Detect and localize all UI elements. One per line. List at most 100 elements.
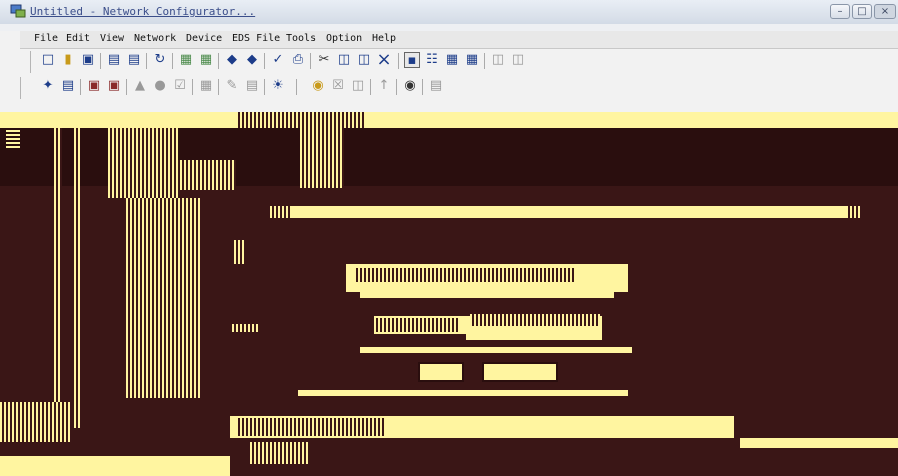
menu-eds-file[interactable]: EDS File bbox=[232, 33, 280, 44]
download-icon[interactable]: ▦ bbox=[178, 52, 194, 68]
connect-icon[interactable]: ▤ bbox=[106, 52, 122, 68]
details-icon[interactable]: ▦ bbox=[464, 52, 480, 68]
zoom-out-icon[interactable]: ◫ bbox=[510, 52, 526, 68]
toolbar-separator bbox=[218, 53, 219, 69]
toolbar-separator bbox=[80, 79, 81, 95]
toolbar-separator bbox=[172, 53, 173, 69]
paste-icon[interactable]: ◫ bbox=[356, 52, 372, 68]
tree-node bbox=[108, 128, 178, 198]
main-toolbar: □ ▮ ▣ ▤ ▤ ↻ ▦ ▦ ◆ ◆ ✓ ⎙ ✂ ◫ ◫ × ▪ ☷ ▦ ▦ … bbox=[20, 49, 898, 75]
window-title: Untitled - Network Configurator... bbox=[30, 5, 256, 18]
dialog-bar bbox=[360, 290, 614, 298]
toolbar-separator bbox=[218, 79, 219, 95]
toolbar-separator bbox=[264, 53, 265, 69]
output-title bbox=[236, 418, 386, 436]
close-icon: × bbox=[880, 6, 890, 17]
workspace-header-title bbox=[236, 112, 366, 128]
print-icon[interactable]: ⎙ bbox=[290, 52, 306, 68]
dialog-footer-bar bbox=[298, 390, 628, 396]
secondary-toolbar: ✦ ▤ ▣ ▣ ▲ ● ☑ ▦ ✎ ▤ ☀ ◉ ☒ ◫ ↑ ◉ ▤ bbox=[20, 75, 898, 103]
menu-network[interactable]: Network bbox=[134, 33, 176, 44]
down-icon[interactable]: ● bbox=[152, 78, 168, 94]
tree-line bbox=[74, 128, 80, 428]
field-label bbox=[232, 324, 260, 332]
title-bar: Untitled - Network Configurator... – □ × bbox=[0, 0, 898, 25]
menu-bar: File Edit View Network Device EDS File T… bbox=[20, 31, 898, 49]
field-underline bbox=[466, 334, 602, 340]
copy-icon[interactable]: ◫ bbox=[336, 52, 352, 68]
compare-icon[interactable]: ◆ bbox=[244, 52, 260, 68]
close-button[interactable]: × bbox=[874, 4, 896, 19]
menu-tools[interactable]: Tools bbox=[286, 33, 316, 44]
monitor-icon[interactable]: ▦ bbox=[198, 52, 214, 68]
maximize-button[interactable]: □ bbox=[852, 4, 872, 19]
online-icon[interactable]: ☀ bbox=[270, 78, 286, 94]
status-bar-right bbox=[740, 438, 898, 448]
menu-view[interactable]: View bbox=[100, 33, 124, 44]
device-node bbox=[300, 128, 344, 188]
disconnect-icon[interactable]: ▤ bbox=[126, 52, 142, 68]
small-icons-icon[interactable]: ☷ bbox=[424, 52, 440, 68]
dialog-divider bbox=[360, 347, 632, 353]
unregister-icon[interactable]: ▣ bbox=[106, 78, 122, 94]
toolbar-separator bbox=[484, 53, 485, 69]
cancel-button[interactable] bbox=[482, 362, 558, 382]
filter-icon[interactable]: ◫ bbox=[350, 78, 366, 94]
toolbar-separator bbox=[264, 79, 265, 95]
up-icon[interactable]: ▲ bbox=[132, 78, 148, 94]
help-icon[interactable]: ▤ bbox=[428, 78, 444, 94]
field-label bbox=[374, 318, 458, 332]
menu-option[interactable]: Option bbox=[326, 33, 362, 44]
ok-button[interactable] bbox=[418, 362, 464, 382]
menu-edit[interactable]: Edit bbox=[66, 33, 90, 44]
large-icons-icon[interactable]: ▪ bbox=[404, 52, 420, 68]
menu-file[interactable]: File bbox=[34, 33, 58, 44]
delete-icon[interactable]: × bbox=[376, 51, 392, 69]
toolbar-bottom bbox=[20, 103, 898, 112]
toolbar-separator bbox=[422, 79, 423, 95]
menu-device[interactable]: Device bbox=[186, 33, 222, 44]
info-bar-end bbox=[846, 206, 862, 218]
io-comment-icon[interactable]: ▦ bbox=[198, 78, 214, 94]
check-icon[interactable]: ✓ bbox=[270, 52, 286, 68]
register-device-icon[interactable]: ▣ bbox=[86, 78, 102, 94]
maintenance-icon[interactable]: ✎ bbox=[224, 78, 240, 94]
open-folder-icon[interactable]: ▮ bbox=[60, 52, 76, 68]
upload-icon[interactable]: ↻ bbox=[152, 52, 168, 68]
toolbar-separator bbox=[370, 79, 371, 95]
toolbar-separator bbox=[192, 79, 193, 95]
tree-item bbox=[6, 128, 20, 148]
toolbar-separator bbox=[146, 53, 147, 69]
new-file-icon[interactable]: □ bbox=[40, 52, 56, 68]
field-value bbox=[470, 314, 600, 326]
save-icon[interactable]: ▣ bbox=[80, 52, 96, 68]
toolbar-separator bbox=[396, 79, 397, 95]
properties-icon[interactable]: ✦ bbox=[40, 78, 56, 94]
find-icon[interactable]: ◉ bbox=[402, 78, 418, 94]
parameters-icon[interactable]: ▤ bbox=[60, 78, 76, 94]
list-icon[interactable]: ▦ bbox=[444, 52, 460, 68]
minimize-button[interactable]: – bbox=[830, 4, 850, 19]
tree-node bbox=[176, 160, 236, 190]
app-icon bbox=[10, 4, 26, 18]
cut-icon[interactable]: ✂ bbox=[316, 52, 332, 68]
compare-icon[interactable]: ◆ bbox=[224, 52, 240, 68]
tree-node-list bbox=[126, 198, 200, 398]
tree-line bbox=[54, 128, 62, 428]
toolbar-separator bbox=[398, 53, 399, 69]
check-icon[interactable]: ☑ bbox=[172, 78, 188, 94]
title-strip bbox=[0, 24, 898, 31]
output-item bbox=[250, 442, 310, 464]
maximize-icon: □ bbox=[857, 6, 867, 17]
find-icon[interactable]: ◉ bbox=[310, 78, 326, 94]
workspace-header bbox=[0, 112, 898, 128]
menu-help[interactable]: Help bbox=[372, 33, 396, 44]
info-bar-start bbox=[270, 206, 290, 218]
up-icon[interactable]: ↑ bbox=[376, 78, 392, 94]
mode-icon[interactable]: ▤ bbox=[244, 78, 260, 94]
status-bar-left bbox=[0, 456, 230, 476]
zoom-in-icon[interactable]: ◫ bbox=[490, 52, 506, 68]
toolbar-separator bbox=[126, 79, 127, 95]
filter-icon[interactable]: ☒ bbox=[330, 78, 346, 94]
dialog-title bbox=[354, 268, 574, 282]
